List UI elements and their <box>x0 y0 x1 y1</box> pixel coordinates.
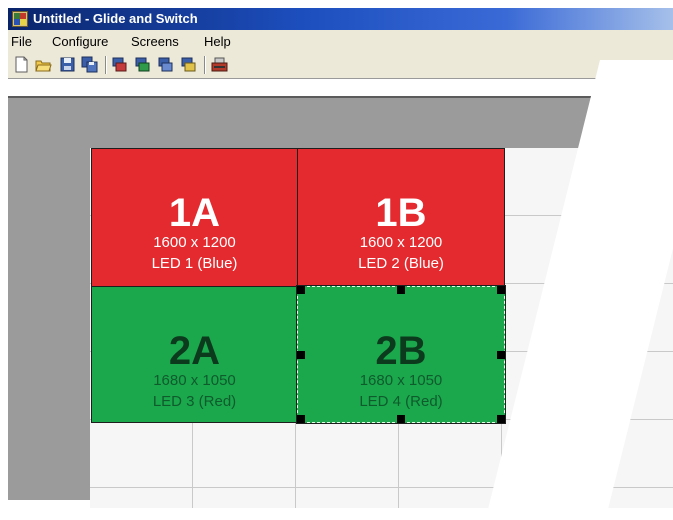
screen-tool-icon[interactable] <box>135 56 152 73</box>
new-file-icon[interactable] <box>13 56 30 73</box>
screen-tool-icon[interactable] <box>158 56 175 73</box>
screen-resolution: 1680 x 1050 <box>153 372 236 389</box>
menu-bar: File Configure Screens Help <box>8 30 673 52</box>
resize-handle-top[interactable] <box>397 286 405 294</box>
screen-2b[interactable]: 2B 1680 x 1050 LED 4 (Red) <box>296 285 506 424</box>
screen-1a[interactable]: 1A 1600 x 1200 LED 1 (Blue) <box>91 148 298 287</box>
screen-led: LED 2 (Blue) <box>358 255 444 272</box>
screen-resolution: 1600 x 1200 <box>153 234 236 251</box>
screen-led: LED 3 (Red) <box>152 393 237 410</box>
resize-handle-top-left[interactable] <box>297 286 305 294</box>
screen-2a[interactable]: 2A 1680 x 1050 LED 3 (Red) <box>91 286 298 423</box>
open-folder-icon[interactable] <box>35 56 52 73</box>
app-window: Untitled - Glide and Switch File Configu… <box>0 0 673 520</box>
menu-file[interactable]: File <box>11 34 32 49</box>
resize-handle-right[interactable] <box>497 351 505 359</box>
screen-name: 1B <box>375 191 427 235</box>
menu-configure[interactable]: Configure <box>52 34 108 49</box>
save-icon[interactable] <box>59 56 76 73</box>
screen-name: 2B <box>375 329 427 373</box>
window-title: Untitled - Glide and Switch <box>33 11 198 26</box>
toolbar-separator <box>105 56 106 74</box>
screen-resolution: 1600 x 1200 <box>359 234 443 251</box>
screen-led: LED 1 (Blue) <box>151 255 238 272</box>
menu-screens[interactable]: Screens <box>131 34 179 49</box>
save-all-icon[interactable] <box>81 56 98 73</box>
screen-resolution: 1680 x 1050 <box>359 372 443 389</box>
screen-tool-icon[interactable] <box>112 56 129 73</box>
screen-name: 2A <box>168 329 221 373</box>
screen-led: LED 4 (Red) <box>359 393 443 410</box>
resize-handle-bottom[interactable] <box>397 415 405 423</box>
hardware-icon[interactable] <box>211 56 228 73</box>
resize-handle-left[interactable] <box>297 351 305 359</box>
toolbar-separator <box>204 56 205 74</box>
screen-1b[interactable]: 1B 1600 x 1200 LED 2 (Blue) <box>297 148 505 287</box>
resize-handle-bottom-right[interactable] <box>497 415 505 423</box>
resize-handle-bottom-left[interactable] <box>297 415 305 423</box>
app-icon <box>12 11 28 27</box>
menu-help[interactable]: Help <box>204 34 231 49</box>
title-bar[interactable]: Untitled - Glide and Switch <box>8 8 673 30</box>
screen-tool-icon[interactable] <box>181 56 198 73</box>
screen-name: 1A <box>168 191 221 235</box>
resize-handle-top-right[interactable] <box>497 286 505 294</box>
toolbar <box>8 52 673 79</box>
